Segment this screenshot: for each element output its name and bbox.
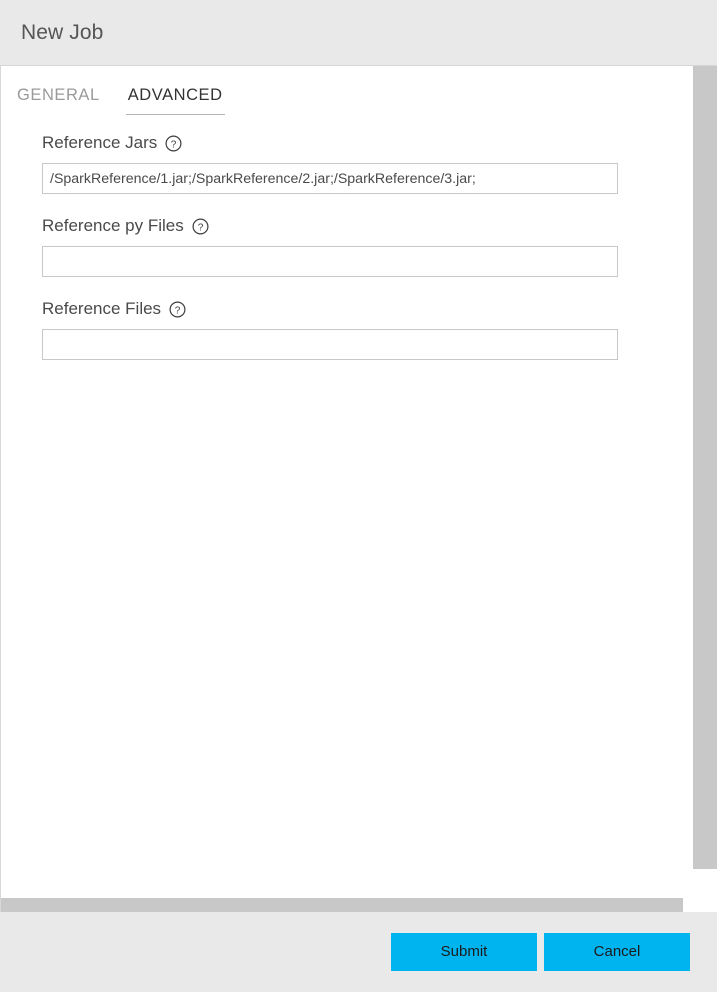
svg-text:?: ?: [171, 139, 177, 150]
dialog-titlebar: New Job: [0, 0, 717, 66]
vertical-scrollbar[interactable]: [690, 66, 717, 898]
scrollable-content: GENERAL ADVANCED Reference Jars ? /Spark…: [1, 66, 690, 898]
new-job-dialog: New Job GENERAL ADVANCED Reference Jars: [0, 0, 717, 992]
dialog-body: GENERAL ADVANCED Reference Jars ? /Spark…: [0, 66, 717, 898]
vertical-scrollbar-thumb[interactable]: [693, 66, 717, 869]
svg-text:?: ?: [197, 222, 203, 233]
field-label-row: Reference Files ?: [42, 299, 690, 319]
tab-general[interactable]: GENERAL: [15, 86, 102, 115]
field-label-row: Reference Jars ?: [42, 133, 690, 153]
reference-py-files-input[interactable]: [42, 246, 618, 277]
field-label-row: Reference py Files ?: [42, 216, 690, 236]
reference-jars-label: Reference Jars: [42, 133, 158, 152]
reference-files-label: Reference Files: [42, 299, 162, 318]
dialog-footer: Submit Cancel: [0, 912, 717, 992]
reference-files-input[interactable]: [42, 329, 618, 360]
help-circle-icon[interactable]: ?: [169, 300, 186, 318]
svg-text:?: ?: [175, 305, 181, 316]
cancel-button[interactable]: Cancel: [544, 933, 690, 971]
dialog-title: New Job: [21, 20, 104, 44]
reference-py-files-label: Reference py Files: [42, 216, 184, 235]
horizontal-scrollbar[interactable]: [0, 898, 717, 912]
field-reference-files: Reference Files ?: [42, 299, 690, 360]
horizontal-scrollbar-thumb[interactable]: [1, 898, 683, 912]
advanced-form: Reference Jars ? Reference py Files: [1, 115, 690, 360]
reference-jars-input[interactable]: [42, 163, 618, 194]
help-circle-icon[interactable]: ?: [165, 134, 182, 152]
submit-button[interactable]: Submit: [391, 933, 537, 971]
tab-bar: GENERAL ADVANCED: [1, 66, 690, 115]
field-reference-py-files: Reference py Files ?: [42, 216, 690, 277]
help-circle-icon[interactable]: ?: [192, 217, 209, 235]
tab-advanced[interactable]: ADVANCED: [125, 86, 225, 115]
field-reference-jars: Reference Jars ?: [42, 133, 690, 194]
